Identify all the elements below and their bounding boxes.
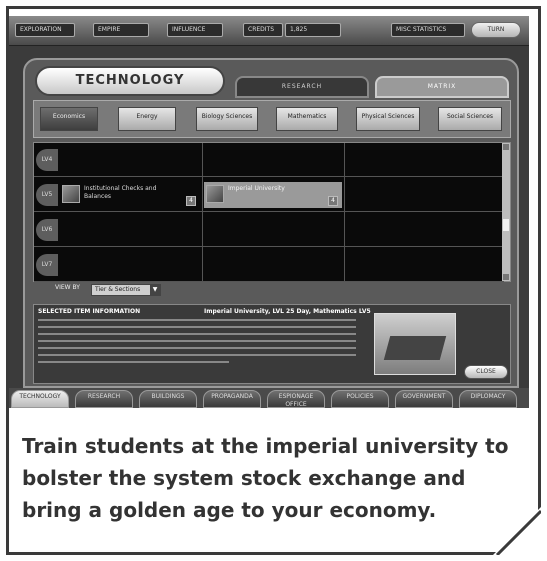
- bottom-tab-technology[interactable]: TECHNOLOGY: [11, 390, 69, 408]
- tech-preview-image: [374, 313, 456, 375]
- category-physical-sciences[interactable]: Physical Sciences: [356, 107, 420, 131]
- grid-scrollbar[interactable]: [502, 143, 510, 281]
- info-description-text: [38, 319, 356, 368]
- tech-item-imperial-university[interactable]: Imperial University 4: [204, 182, 342, 208]
- category-social-sciences[interactable]: Social Sciences: [438, 107, 502, 131]
- bottom-tab-government[interactable]: GOVERNMENT: [395, 390, 453, 408]
- tab-matrix[interactable]: MATRIX: [375, 76, 509, 98]
- close-button[interactable]: CLOSE: [464, 365, 508, 379]
- hud-credits-label: CREDITS: [243, 23, 283, 37]
- row-label: LV4: [36, 149, 58, 171]
- view-by-selected: Tier & Sections: [95, 286, 141, 293]
- view-by-select[interactable]: Tier & Sections ▼: [91, 284, 161, 296]
- selected-item-info: SELECTED ITEM INFORMATION Imperial Unive…: [33, 304, 511, 384]
- tech-level-badge: 4: [328, 196, 338, 206]
- tech-item-institutional-checks[interactable]: Institutional Checks and Balances 4: [60, 182, 200, 208]
- row-label: LV7: [36, 254, 58, 276]
- hud-exploration[interactable]: EXPLORATION: [15, 23, 75, 37]
- tech-thumbnail-icon: [206, 185, 224, 203]
- bottom-tab-espionage[interactable]: ESPIONAGE OFFICE: [267, 390, 325, 408]
- row-label: LV5: [36, 184, 58, 206]
- tech-level-badge: 4: [186, 196, 196, 206]
- row-label: LV6: [36, 219, 58, 241]
- game-screenshot: EXPLORATION EMPIRE INFLUENCE CREDITS 1,8…: [9, 16, 529, 408]
- technology-panel: TECHNOLOGY RESEARCH MATRIX Economics Ene…: [23, 58, 519, 388]
- scroll-down-arrow-icon[interactable]: [503, 274, 509, 280]
- bottom-tab-propaganda[interactable]: PROPAGANDA: [203, 390, 261, 408]
- info-heading: SELECTED ITEM INFORMATION: [38, 308, 141, 315]
- grid-row: LV5 Institutional Checks and Balances 4 …: [34, 178, 504, 212]
- bottom-tab-policies[interactable]: POLICIES: [331, 390, 389, 408]
- view-by-control: VIEW BY Tier & Sections ▼: [55, 284, 161, 298]
- grid-row: LV6: [34, 213, 504, 247]
- bottom-nav-tabs: TECHNOLOGY RESEARCH BUILDINGS PROPAGANDA…: [9, 388, 529, 408]
- tech-item-label: Institutional Checks and Balances: [84, 185, 157, 200]
- category-bar: Economics Energy Biology Sciences Mathem…: [33, 100, 511, 138]
- grid-row: LV7: [34, 248, 504, 282]
- tech-item-label: Imperial University: [228, 185, 285, 192]
- hud-credits-value: 1,825: [285, 23, 341, 37]
- bottom-tab-diplomacy[interactable]: DIPLOMACY: [459, 390, 517, 408]
- top-hud-bar: EXPLORATION EMPIRE INFLUENCE CREDITS 1,8…: [9, 16, 529, 46]
- tab-research[interactable]: RESEARCH: [235, 76, 369, 98]
- category-energy[interactable]: Energy: [118, 107, 176, 131]
- hud-influence[interactable]: INFLUENCE: [167, 23, 223, 37]
- scrollbar-thumb[interactable]: [503, 219, 509, 231]
- grid-row: LV4: [34, 143, 504, 177]
- tech-matrix-grid: LV4 LV5 Institutional Checks and Balance…: [33, 142, 511, 282]
- bottom-tab-buildings[interactable]: BUILDINGS: [139, 390, 197, 408]
- technology-title: TECHNOLOGY: [35, 66, 225, 96]
- category-economics[interactable]: Economics: [40, 107, 98, 131]
- scroll-up-arrow-icon[interactable]: [503, 144, 509, 150]
- tech-thumbnail-icon: [62, 185, 80, 203]
- chevron-down-icon: ▼: [150, 285, 160, 295]
- category-biology-sciences[interactable]: Biology Sciences: [196, 107, 258, 131]
- bottom-tab-research[interactable]: RESEARCH: [75, 390, 133, 408]
- category-mathematics[interactable]: Mathematics: [276, 107, 338, 131]
- info-subheading: Imperial University, LVL 25 Day, Mathema…: [204, 308, 371, 315]
- view-by-label: VIEW BY: [55, 284, 80, 291]
- caption-text: Train students at the imperial universit…: [22, 434, 509, 522]
- hud-misc-statistics[interactable]: MISC STATISTICS: [391, 23, 465, 37]
- hud-empire[interactable]: EMPIRE: [93, 23, 149, 37]
- turn-button[interactable]: TURN: [471, 22, 521, 38]
